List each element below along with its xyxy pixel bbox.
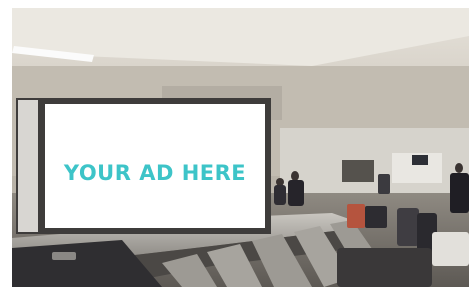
person-body xyxy=(288,180,304,206)
ad-display-sidepanel xyxy=(18,100,38,232)
luggage-bag xyxy=(337,248,432,287)
luggage-bag xyxy=(347,204,365,228)
corridor-monitor xyxy=(412,155,428,165)
person-body xyxy=(274,185,286,205)
person-head xyxy=(455,163,463,173)
person-head xyxy=(291,171,299,181)
person-head xyxy=(276,178,284,186)
luggage-bag xyxy=(365,206,387,228)
bag-tag xyxy=(52,252,76,260)
luggage-bag xyxy=(397,208,419,246)
person-body xyxy=(450,173,469,213)
ad-text: YOUR AD HERE xyxy=(63,161,247,185)
luggage-bag xyxy=(432,232,469,266)
person-body xyxy=(378,174,390,194)
airport-baggage-claim-photo: YOUR AD HERE xyxy=(12,8,469,287)
corridor-window xyxy=(342,160,374,182)
ad-screen: YOUR AD HERE xyxy=(45,104,265,228)
